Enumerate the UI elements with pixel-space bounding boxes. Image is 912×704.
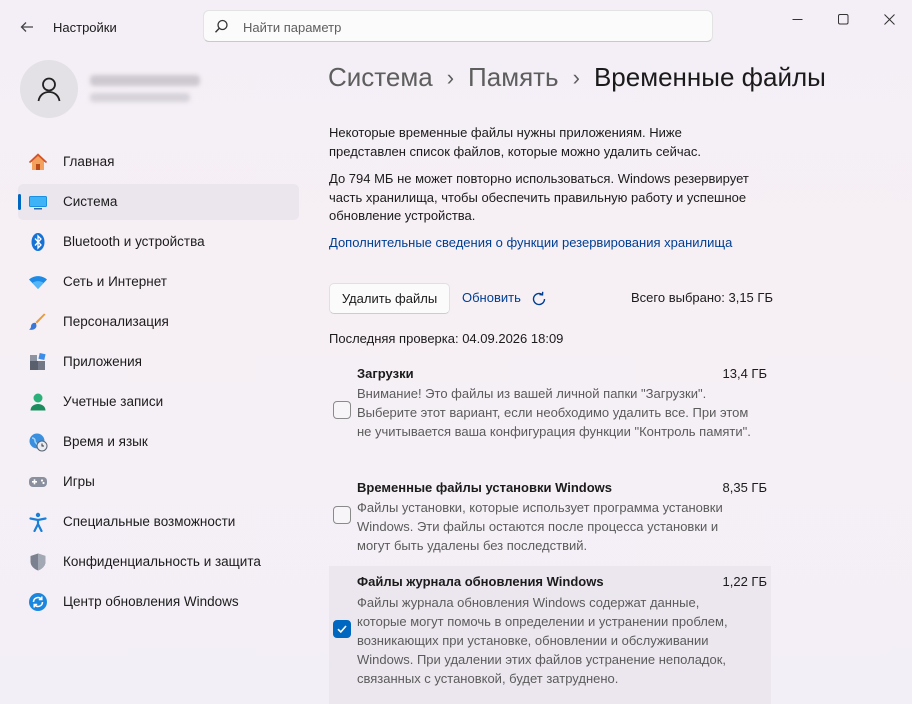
- refresh-icon[interactable]: [529, 289, 549, 309]
- sidebar-item-label: Сеть и Интернет: [63, 274, 167, 289]
- breadcrumb: Система › Память › Временные файлы: [328, 62, 826, 93]
- sidebar-item-network[interactable]: Сеть и Интернет: [18, 264, 299, 300]
- sidebar-item-accessibility[interactable]: Специальные возможности: [18, 504, 299, 540]
- page-title: Временные файлы: [593, 62, 826, 92]
- accessibility-icon: [28, 512, 48, 532]
- file-category-checkbox[interactable]: [333, 620, 351, 638]
- profile-name-redacted: [90, 75, 200, 86]
- chevron-right-icon: ›: [446, 64, 455, 90]
- file-category-title: Файлы журнала обновления Windows: [357, 574, 604, 589]
- list-item[interactable]: Загрузки 13,4 ГБ Внимание! Это файлы из …: [329, 358, 771, 462]
- refresh-button[interactable]: Обновить: [462, 290, 521, 305]
- sidebar-item-gaming[interactable]: Игры: [18, 464, 299, 500]
- file-category-size: 1,22 ГБ: [722, 574, 767, 589]
- sidebar-item-personalization[interactable]: Персонализация: [18, 304, 299, 340]
- sidebar-item-apps[interactable]: Приложения: [18, 344, 299, 380]
- sidebar-item-label: Учетные записи: [63, 394, 164, 409]
- sidebar-item-label: Игры: [63, 474, 95, 489]
- sidebar-item-bluetooth[interactable]: Bluetooth и устройства: [18, 224, 299, 260]
- file-category-description: Внимание! Это файлы из вашей личной папк…: [357, 386, 751, 439]
- user-icon: [37, 77, 61, 102]
- sidebar-item-label: Приложения: [63, 354, 142, 369]
- shield-icon: [28, 552, 48, 572]
- wifi-icon: [28, 272, 48, 292]
- total-selected: Всего выбрано: 3,15 ГБ: [631, 290, 773, 305]
- sidebar-item-time-language[interactable]: Время и язык: [18, 424, 299, 460]
- sidebar-item-label: Время и язык: [63, 434, 148, 449]
- minimize-button[interactable]: [774, 5, 820, 33]
- file-category-checkbox[interactable]: [333, 401, 351, 419]
- file-category-title: Загрузки: [357, 366, 414, 381]
- file-category-description: Файлы установки, которые использует прог…: [357, 500, 723, 553]
- checkmark-icon: [337, 625, 347, 634]
- search-box[interactable]: [203, 10, 713, 42]
- list-item[interactable]: Файлы журнала обновления Windows 1,22 ГБ…: [329, 566, 771, 704]
- breadcrumb-storage[interactable]: Память: [468, 62, 559, 93]
- sidebar-item-system[interactable]: Система: [18, 184, 299, 220]
- file-category-size: 13,4 ГБ: [722, 366, 767, 381]
- reserved-storage-text: До 794 МБ не может повторно использовать…: [329, 171, 749, 223]
- delete-files-button[interactable]: Удалить файлы: [329, 283, 450, 314]
- sidebar-item-label: Центр обновления Windows: [63, 594, 239, 609]
- account-icon: [28, 392, 48, 412]
- last-check-text: Последняя проверка: 04.09.2026 18:09: [329, 331, 564, 346]
- avatar[interactable]: [20, 60, 78, 118]
- update-icon: [28, 592, 48, 612]
- chevron-right-icon: ›: [572, 64, 580, 90]
- sidebar-item-label: Конфиденциальность и защита: [63, 554, 261, 569]
- sidebar-item-privacy[interactable]: Конфиденциальность и защита: [18, 544, 299, 580]
- close-icon: [883, 13, 895, 25]
- sidebar-item-label: Специальные возможности: [63, 514, 236, 529]
- gamepad-icon: [28, 472, 48, 492]
- search-input[interactable]: [241, 16, 695, 38]
- app-title: Настройки: [53, 20, 117, 35]
- list-item[interactable]: Временные файлы установки Windows 8,35 Г…: [329, 472, 771, 558]
- profile-email-redacted: [90, 93, 190, 102]
- reserved-storage-link[interactable]: Дополнительные сведения о функции резерв…: [329, 235, 732, 250]
- close-button[interactable]: [866, 5, 912, 33]
- file-category-checkbox[interactable]: [333, 506, 351, 524]
- brush-icon: [28, 312, 48, 332]
- sidebar-item-windows-update[interactable]: Центр обновления Windows: [18, 584, 299, 620]
- file-category-size: 8,35 ГБ: [722, 480, 767, 495]
- sidebar-nav: Главная Система Bluetooth и устройства С…: [18, 144, 299, 624]
- maximize-icon: [837, 13, 848, 24]
- breadcrumb-system[interactable]: Система: [328, 62, 433, 93]
- settings-window: Настройки Главная С: [0, 0, 912, 704]
- time-language-icon: [28, 432, 48, 452]
- sidebar-item-home[interactable]: Главная: [18, 144, 299, 180]
- title-bar: Настройки: [0, 0, 912, 50]
- file-category-title: Временные файлы установки Windows: [357, 480, 613, 495]
- search-icon: [214, 19, 228, 33]
- file-category-description: Файлы журнала обновления Windows содержа…: [357, 595, 728, 686]
- back-button[interactable]: [14, 14, 40, 40]
- sidebar-item-label: Главная: [63, 154, 115, 169]
- system-icon: [28, 192, 48, 212]
- maximize-button[interactable]: [820, 5, 866, 33]
- minimize-icon: [792, 18, 802, 20]
- sidebar-item-accounts[interactable]: Учетные записи: [18, 384, 299, 420]
- bluetooth-icon: [28, 232, 48, 252]
- sidebar-item-label: Bluetooth и устройства: [63, 234, 205, 249]
- sidebar-item-label: Система: [63, 194, 118, 209]
- back-arrow-icon: [20, 22, 33, 32]
- home-icon: [28, 152, 48, 172]
- intro-text: Некоторые временные файлы нужны приложен…: [329, 125, 701, 159]
- sidebar-item-label: Персонализация: [63, 314, 169, 329]
- apps-icon: [28, 352, 48, 372]
